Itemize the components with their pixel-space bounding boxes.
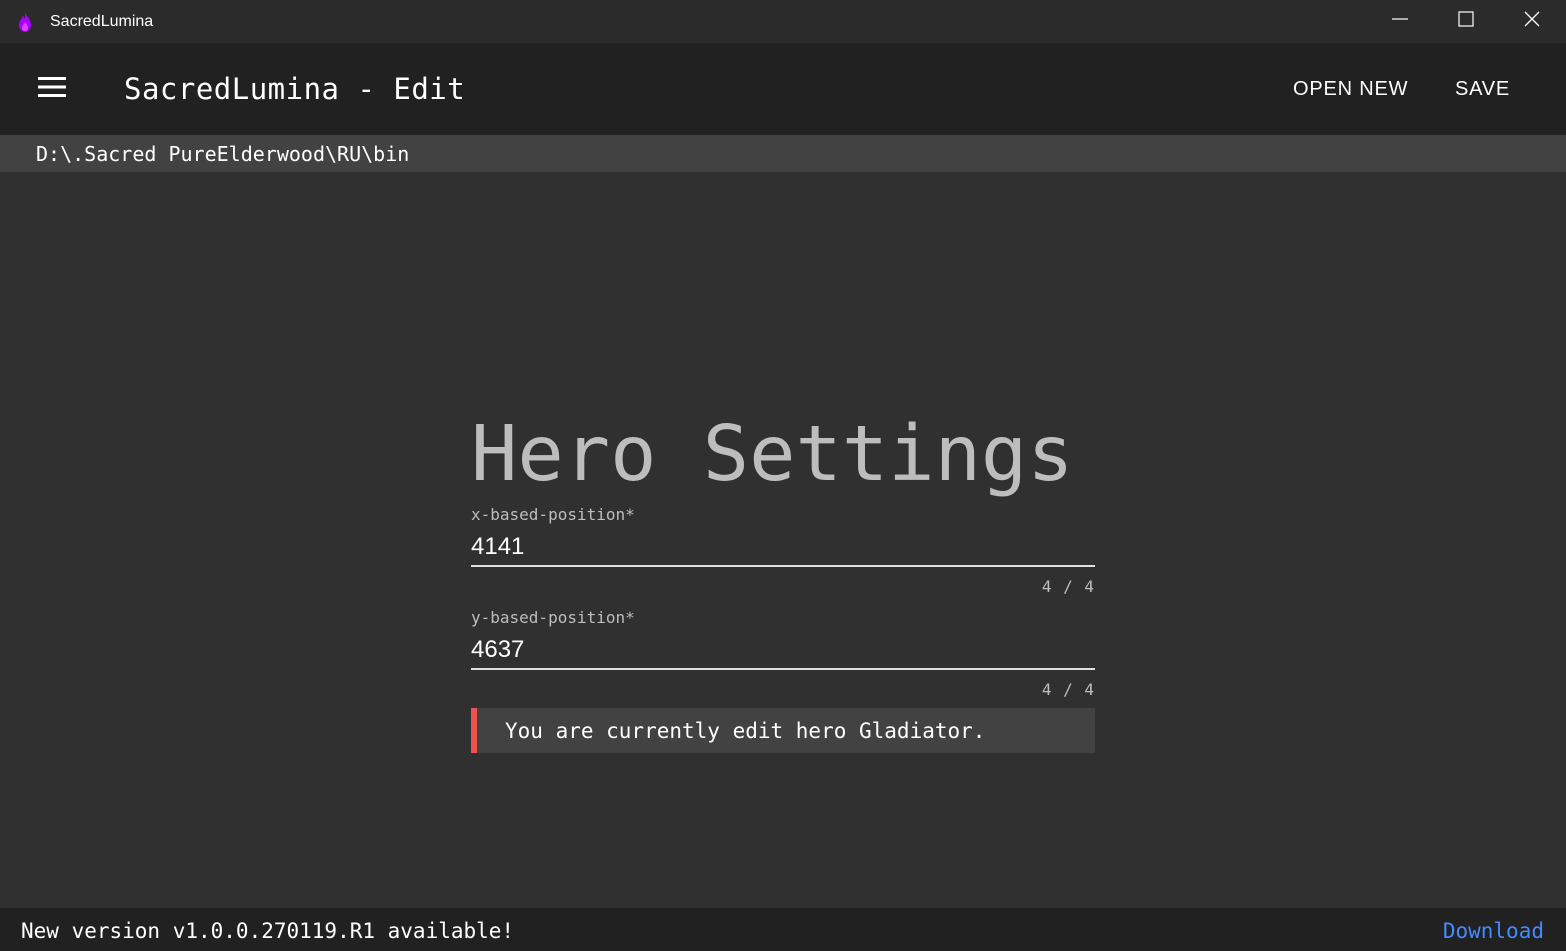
y-position-counter: 4 / 4 [1041, 680, 1095, 699]
file-path: D:\.Sacred PureElderwood\RU\bin [36, 142, 410, 166]
download-link[interactable]: Download [1443, 908, 1544, 951]
close-icon [1524, 11, 1540, 32]
flame-icon [16, 11, 34, 33]
maximize-icon [1458, 11, 1474, 32]
y-position-label: y-based-position* [471, 608, 635, 627]
save-button[interactable]: SAVE [1445, 67, 1520, 111]
app-toolbar: SacredLumina - Edit OPEN NEW SAVE [0, 43, 1566, 135]
app-window: SacredLumina SacredLumina - Edit OPEN NE… [0, 0, 1566, 951]
hamburger-menu-icon [38, 76, 66, 102]
x-position-input[interactable] [471, 529, 1095, 567]
minimize-icon [1392, 11, 1408, 32]
update-message: New version v1.0.0.270119.R1 available! [21, 919, 515, 943]
x-position-label: x-based-position* [471, 505, 635, 524]
y-position-input[interactable] [471, 632, 1095, 670]
update-bar: New version v1.0.0.270119.R1 available! … [0, 908, 1566, 951]
close-button[interactable] [1499, 0, 1565, 43]
hero-notice-text: You are currently edit hero Gladiator. [505, 719, 986, 743]
maximize-button[interactable] [1433, 0, 1499, 43]
x-position-counter: 4 / 4 [1041, 577, 1095, 596]
form-heading: Hero Settings [471, 410, 1074, 499]
window-titlebar[interactable]: SacredLumina [0, 0, 1566, 43]
open-new-button[interactable]: OPEN NEW [1283, 67, 1418, 111]
minimize-button[interactable] [1367, 0, 1433, 43]
window-title: SacredLumina [50, 13, 154, 30]
menu-button[interactable] [30, 69, 74, 109]
page-title: SacredLumina - Edit [124, 72, 466, 106]
file-path-bar: D:\.Sacred PureElderwood\RU\bin [0, 135, 1566, 172]
hero-notice: You are currently edit hero Gladiator. [471, 708, 1095, 753]
